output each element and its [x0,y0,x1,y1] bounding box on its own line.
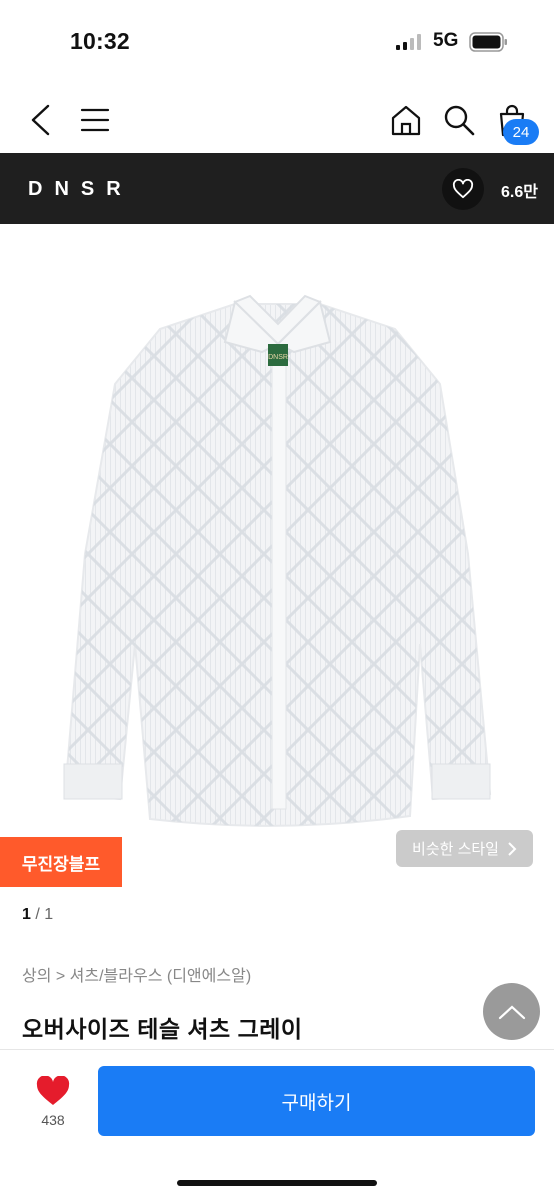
wish-count: 438 [41,1112,65,1128]
signal-icon [396,34,421,50]
cart-count-badge[interactable]: 24 [503,119,539,145]
brand-like-button[interactable] [442,168,484,210]
buy-button[interactable]: 구매하기 [98,1066,535,1136]
menu-icon[interactable] [73,98,117,142]
back-icon[interactable] [18,98,62,142]
pager-current: 1 [22,906,31,923]
pager-sep: / [30,906,45,923]
chevron-right-icon [508,841,517,856]
pager-total: 1 [44,906,54,923]
product-image[interactable]: DNSR [0,224,554,894]
home-indicator [177,1180,377,1186]
product-title: 오버사이즈 테슬 셔츠 그레이 [22,1016,303,1042]
status-time: 10:32 [70,28,130,54]
promo-badge: 무진장블프 [0,837,122,887]
scroll-top-button[interactable] [483,983,540,1040]
category-breadcrumb[interactable]: 상의 > 셔츠/블라우스 (디앤에스알) [22,962,251,986]
home-icon[interactable] [384,98,428,142]
image-pager: 1 / 1 [22,906,53,924]
divider [0,1049,554,1050]
chevron-up-icon [498,1005,525,1019]
similar-style-label: 비슷한 스타일 [412,841,499,858]
heart-outline-icon [452,179,474,199]
brand-name[interactable]: DNSR [28,178,133,201]
search-icon[interactable] [437,98,481,142]
similar-style-button[interactable]: 비슷한 스타일 [396,830,533,867]
label-text: DNSR [268,354,288,361]
brand-like-count: 6.6만 [501,184,538,201]
network-label: 5G [433,30,459,51]
heart-filled-icon[interactable] [36,1076,70,1106]
battery-icon [469,32,507,52]
